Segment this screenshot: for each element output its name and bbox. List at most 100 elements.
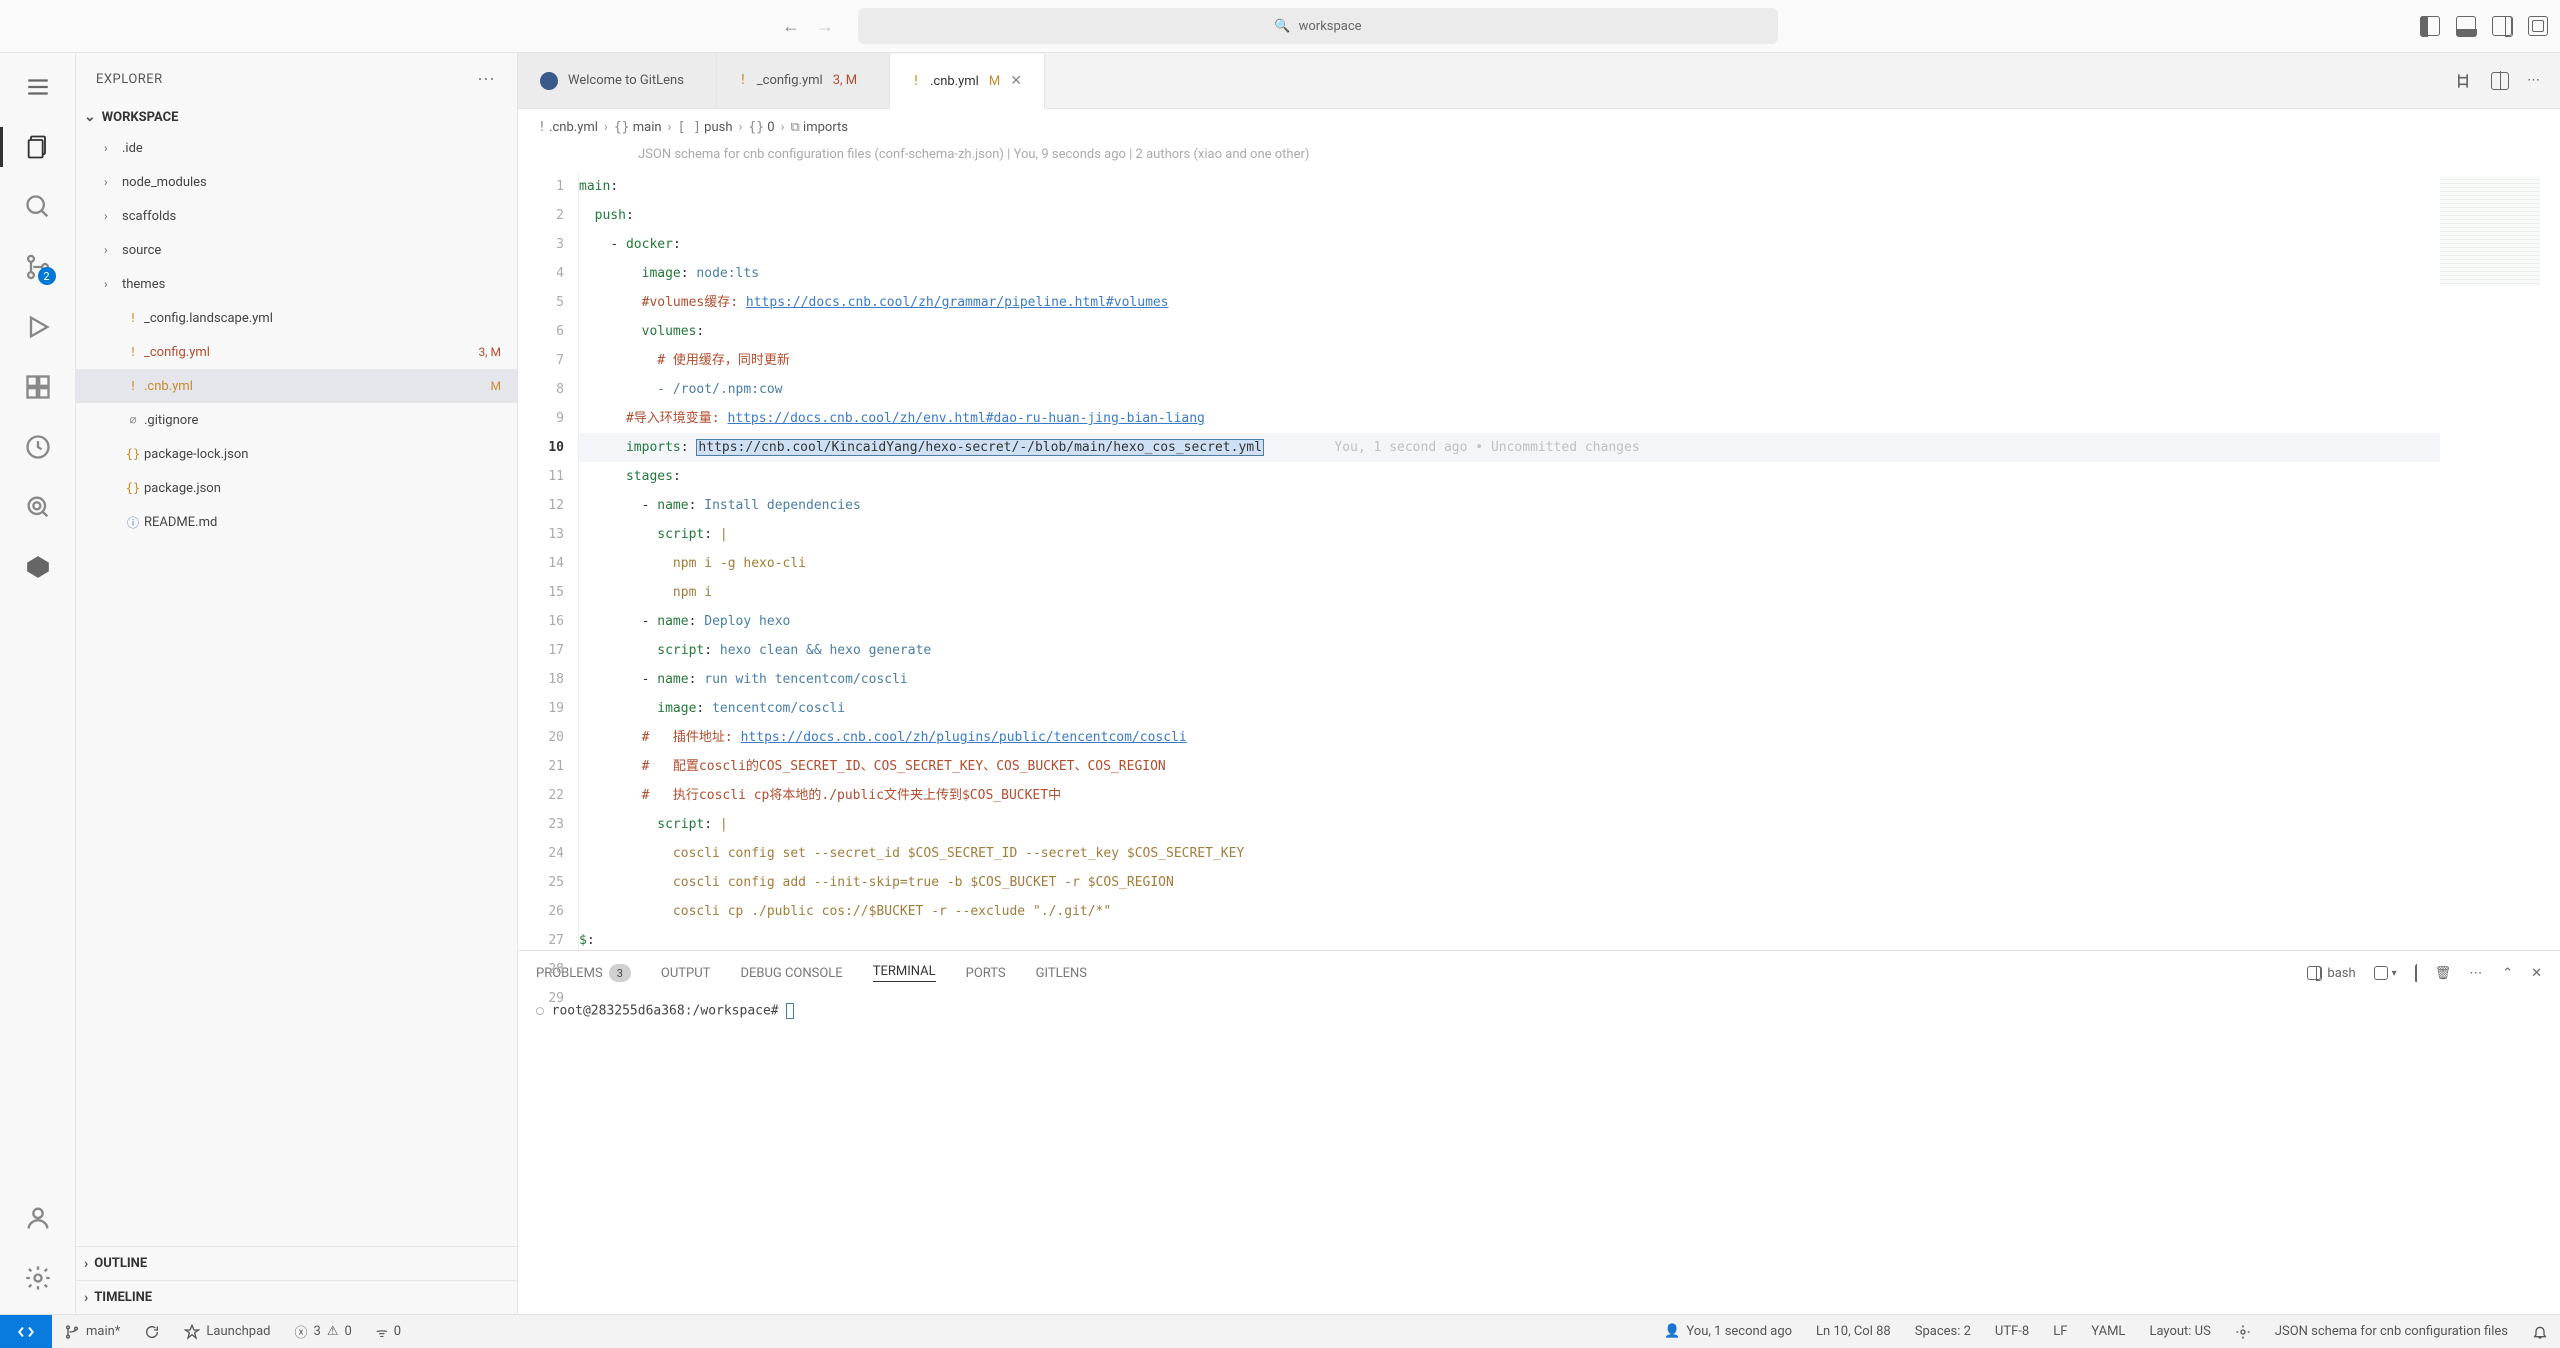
close-panel-icon[interactable]: ✕ [2531,966,2542,981]
compare-changes-icon[interactable] [2453,71,2473,91]
panel-tab-debug[interactable]: DEBUG CONSOLE [740,966,842,981]
code-line[interactable]: # 执行coscli cp将本地的./public文件夹上传到$COS_BUCK… [578,781,2440,810]
minimap-region[interactable] [2440,168,2560,950]
file-item[interactable]: ∅.gitignore [76,403,517,437]
status-schema[interactable]: JSON schema for cnb configuration files [2263,1324,2520,1339]
code-line[interactable]: coscli config set --secret_id $COS_SECRE… [578,839,2440,868]
folder-item[interactable]: ›.ide [76,131,517,165]
panel-tab-output[interactable]: OUTPUT [661,966,711,981]
panel-more-icon[interactable]: ⋯ [2469,966,2484,981]
source-control-icon[interactable]: 2 [14,243,62,291]
file-item[interactable]: ⓘREADME.md [76,505,517,539]
panel-tab-terminal[interactable]: TERMINAL [873,964,936,982]
breadcrumb-segment[interactable]: {} main [614,120,662,135]
code-line[interactable]: # 插件地址: https://docs.cnb.cool/zh/plugins… [578,723,2440,752]
accounts-icon[interactable] [14,1194,62,1242]
toggle-panel-icon[interactable] [2456,16,2476,36]
extensions-icon[interactable] [14,363,62,411]
sidebar-more-icon[interactable]: ⋯ [477,69,497,90]
status-layout[interactable]: Layout: US [2137,1324,2222,1339]
status-branch[interactable]: main* [52,1324,132,1340]
status-cursor[interactable]: Ln 10, Col 88 [1804,1324,1903,1339]
kill-terminal-icon[interactable]: 🗑 [2435,966,2452,981]
toggle-secondary-sidebar-icon[interactable] [2492,16,2512,36]
tab-more-icon[interactable]: ⋯ [2527,73,2542,88]
timeline-section-header[interactable]: › TIMELINE [76,1280,517,1314]
status-notifications[interactable] [2520,1324,2560,1340]
code-line[interactable]: coscli cp ./public cos://$BUCKET -r --ex… [578,897,2440,926]
panel-tab-ports[interactable]: PORTS [966,966,1006,981]
code-line[interactable]: #volumes缓存: https://docs.cnb.cool/zh/gra… [578,288,2440,317]
nav-back-icon[interactable]: ← [782,16,800,37]
status-language[interactable]: YAML [2079,1324,2137,1339]
run-debug-icon[interactable] [14,303,62,351]
file-item[interactable]: !_config.landscape.yml [76,301,517,335]
panel-tab-gitlens[interactable]: GITLENS [1036,966,1087,981]
code-line[interactable]: main: [578,172,2440,201]
code-line[interactable]: - name: Install dependencies [578,491,2440,520]
code-line[interactable]: - name: Deploy hexo [578,607,2440,636]
maximize-panel-icon[interactable]: ⌃ [2502,966,2513,981]
nav-forward-icon[interactable]: → [816,16,834,37]
split-terminal-icon[interactable] [2415,966,2417,981]
code-line[interactable]: coscli config add --init-skip=true -b $C… [578,868,2440,897]
code-content[interactable]: main: push: - docker: image: node:lts #v… [578,168,2440,950]
editor-tab[interactable]: !.cnb.ymlM✕ [890,54,1045,109]
search-activity-icon[interactable] [14,183,62,231]
settings-icon[interactable] [14,1254,62,1302]
close-tab-icon[interactable]: ✕ [1010,73,1022,89]
file-item[interactable]: !_config.yml3, M [76,335,517,369]
folder-item[interactable]: ›source [76,233,517,267]
minimap[interactable] [2440,176,2540,286]
code-line[interactable]: - name: run with tencentcom/coscli [578,665,2440,694]
code-line[interactable]: stages: [578,462,2440,491]
code-line[interactable]: script: | [578,810,2440,839]
code-line[interactable]: image: tencentcom/coscli [578,694,2440,723]
folder-item[interactable]: ›node_modules [76,165,517,199]
editor-tab[interactable]: Welcome to GitLens [518,53,717,108]
status-encoding[interactable]: UTF-8 [1983,1324,2041,1339]
terminal-profile-label[interactable]: bash [2307,966,2355,981]
gitlens-activity-icon[interactable] [14,423,62,471]
explorer-icon[interactable] [14,123,62,171]
code-line[interactable]: push: [578,201,2440,230]
customize-layout-icon[interactable] [2528,16,2548,36]
code-line[interactable]: npm i -g hexo-cli [578,549,2440,578]
remote-indicator[interactable] [0,1315,52,1348]
code-line[interactable]: imports: https://cnb.cool/KincaidYang/he… [578,433,2440,462]
breadcrumb-segment[interactable]: ⧉ imports [791,120,849,135]
menu-icon[interactable] [14,63,62,111]
file-item[interactable]: {}package.json [76,471,517,505]
status-launchpad[interactable]: Launchpad [172,1324,282,1340]
terminal-content[interactable]: ○ root@283255d6a368:/workspace# [518,995,2560,1314]
code-line[interactable]: - /root/.npm:cow [578,375,2440,404]
code-line[interactable]: volumes: [578,317,2440,346]
code-line[interactable]: script: hexo clean && hexo generate [578,636,2440,665]
status-blame[interactable]: 👤 You, 1 second ago [1652,1324,1804,1339]
gitlens-inspect-icon[interactable] [14,483,62,531]
cnb-icon[interactable] [14,543,62,591]
file-item[interactable]: !.cnb.ymlM [76,369,517,403]
workspace-section-header[interactable]: ⌄ WORKSPACE [76,105,517,129]
code-line[interactable]: image: node:lts [578,259,2440,288]
folder-item[interactable]: ›themes [76,267,517,301]
code-line[interactable]: npm i [578,578,2440,607]
editor[interactable]: 1234567891011121314151617181920212223242… [518,168,2560,950]
breadcrumb-segment[interactable]: {} 0 [748,120,774,135]
split-editor-icon[interactable] [2491,72,2509,90]
status-sync[interactable] [132,1324,172,1340]
new-terminal-icon[interactable]: ▾ [2374,966,2397,980]
status-feedback[interactable] [2223,1324,2263,1340]
code-line[interactable]: #导入环境变量: https://docs.cnb.cool/zh/env.ht… [578,404,2440,433]
toggle-primary-sidebar-icon[interactable] [2420,16,2440,36]
status-problems[interactable]: ⓧ3 ⚠0 [283,1322,364,1341]
code-line[interactable]: # 使用缓存，同时更新 [578,346,2440,375]
folder-item[interactable]: ›scaffolds [76,199,517,233]
code-line[interactable]: script: | [578,520,2440,549]
file-item[interactable]: {}package-lock.json [76,437,517,471]
command-center[interactable]: 🔍 workspace [858,8,1778,44]
status-eol[interactable]: LF [2041,1324,2079,1339]
code-line[interactable]: # 配置coscli的COS_SECRET_ID、COS_SECRET_KEY、… [578,752,2440,781]
code-line[interactable]: - docker: [578,230,2440,259]
editor-tab[interactable]: !_config.yml3, M [717,53,890,108]
